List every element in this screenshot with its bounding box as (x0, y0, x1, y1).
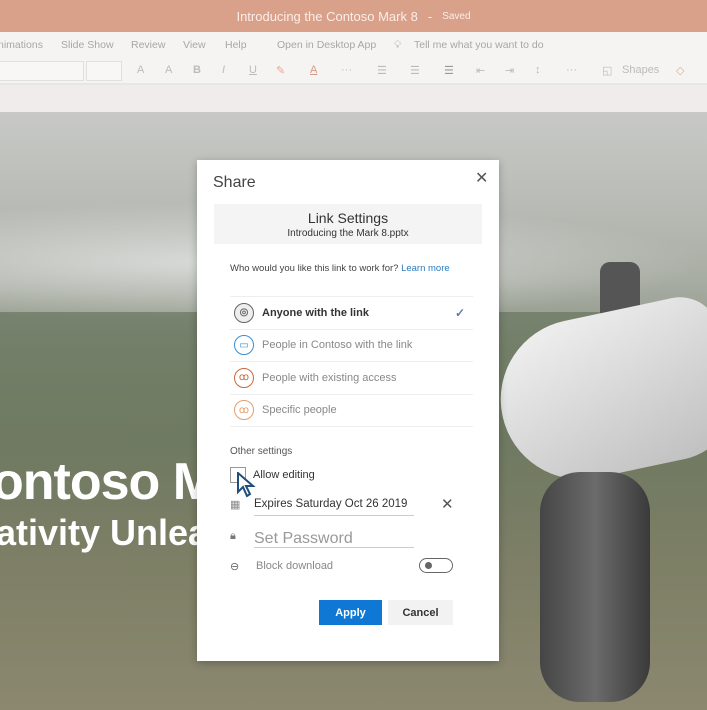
block-download-toggle[interactable] (419, 558, 453, 573)
option-people-in-contoso[interactable]: ▭ People in Contoso with the link (230, 330, 473, 362)
tab-animations[interactable]: nimations (0, 39, 43, 51)
globe-icon: ◎ (234, 302, 254, 323)
allow-editing-label: Allow editing (253, 469, 315, 481)
block-icon: ⊖ (230, 561, 240, 573)
tab-help[interactable]: Help (225, 39, 247, 51)
bullets-icon[interactable]: ☰ (377, 64, 387, 77)
bold-button[interactable]: B (193, 64, 201, 76)
calendar-icon: ▦ (230, 499, 241, 511)
document-title: Introducing the Contoso Mark 8 (236, 8, 418, 24)
link-settings-title: Link Settings (307, 210, 389, 226)
title-separator: - (427, 8, 433, 24)
link-settings-header: Link Settings Introducing the Mark 8.ppt… (214, 204, 482, 244)
option-label: People in Contoso with the link (262, 339, 413, 352)
open-desktop-app[interactable]: Open in Desktop App (277, 39, 376, 51)
dialog-title: Share (213, 174, 256, 191)
shapes-icon: ◱ (602, 65, 613, 77)
briefcase-icon: ▭ (234, 335, 254, 356)
highlight-icon[interactable]: ✎ (276, 64, 285, 77)
tell-me-search[interactable]: Tell me what you want to do (414, 39, 544, 51)
question-text: Who would you like this link to work for… (230, 263, 399, 274)
menu-bar: nimations Slide Show Review View Help Op… (0, 32, 707, 58)
more-font-button[interactable]: ··· (341, 64, 352, 76)
tab-view[interactable]: View (183, 39, 206, 51)
italic-button[interactable]: I (222, 64, 225, 76)
option-label: People with existing access (262, 371, 397, 384)
close-icon[interactable]: ✕ (475, 168, 488, 188)
option-label: Anyone with the link (262, 306, 369, 319)
numbering-icon[interactable]: ☰ (410, 64, 420, 77)
audience-options: ◎ Anyone with the link ✓ ▭ People in Con… (230, 296, 473, 427)
more-paragraph-button[interactable]: ··· (566, 64, 577, 76)
underline-button[interactable]: U (249, 64, 257, 76)
other-settings-label: Other settings (230, 446, 293, 457)
tab-slide-show[interactable]: Slide Show (61, 39, 114, 51)
file-name: Introducing the Mark 8.pptx (287, 228, 409, 239)
people-icon: ꝏ (234, 367, 254, 388)
apply-button[interactable]: Apply (319, 600, 382, 625)
audience-question: Who would you like this link to work for… (230, 262, 450, 275)
shapes-button[interactable]: Shapes (622, 64, 659, 76)
save-status: Saved (442, 10, 471, 22)
canvas-gap (0, 85, 707, 112)
grow-font-button[interactable]: A (137, 64, 144, 76)
block-download-label: Block download (256, 560, 334, 572)
increase-indent-icon[interactable]: ⇥ (505, 64, 514, 77)
mouse-cursor-icon (237, 472, 256, 498)
ribbon-toolbar: A A B I U ✎ A ··· ☰ ☰ ☰ ⇤ ⇥ ↕ ··· ◱ Shap… (0, 58, 707, 85)
option-label: Specific people (262, 404, 337, 417)
password-field[interactable]: Set Password (254, 530, 414, 548)
share-dialog: Share ✕ Link Settings Introducing the Ma… (197, 160, 499, 661)
font-size-dropdown[interactable] (86, 61, 122, 81)
lightbulb-icon: 💡︎ (394, 38, 402, 51)
option-existing-access[interactable]: ꝏ People with existing access (230, 362, 473, 395)
clear-expiration-icon[interactable]: ✕ (441, 495, 454, 513)
align-icon[interactable]: ☰ (444, 64, 454, 77)
decrease-indent-icon[interactable]: ⇤ (476, 64, 485, 77)
font-color-icon[interactable]: A (310, 64, 317, 76)
fill-icon[interactable]: ◇ (676, 64, 684, 77)
line-spacing-icon[interactable]: ↕ (535, 64, 541, 76)
expiration-date-field[interactable]: Expires Saturday Oct 26 2019 (254, 498, 414, 516)
tab-review[interactable]: Review (131, 39, 165, 51)
cancel-button[interactable]: Cancel (388, 600, 453, 625)
add-people-icon: ꝏ (234, 400, 254, 421)
option-specific-people[interactable]: ꝏ Specific people (230, 395, 473, 427)
slide-subtitle: ativity Unlea (0, 512, 209, 553)
check-icon: ✓ (454, 305, 465, 320)
font-name-dropdown[interactable] (0, 61, 84, 81)
learn-more-link[interactable]: Learn more (401, 263, 450, 274)
drone-body (540, 472, 650, 702)
title-bar: Introducing the Contoso Mark 8 - Saved (0, 0, 707, 32)
option-anyone[interactable]: ◎ Anyone with the link ✓ (230, 297, 473, 330)
shrink-font-button[interactable]: A (165, 64, 172, 76)
lock-icon: 🔒︎ (230, 530, 236, 542)
